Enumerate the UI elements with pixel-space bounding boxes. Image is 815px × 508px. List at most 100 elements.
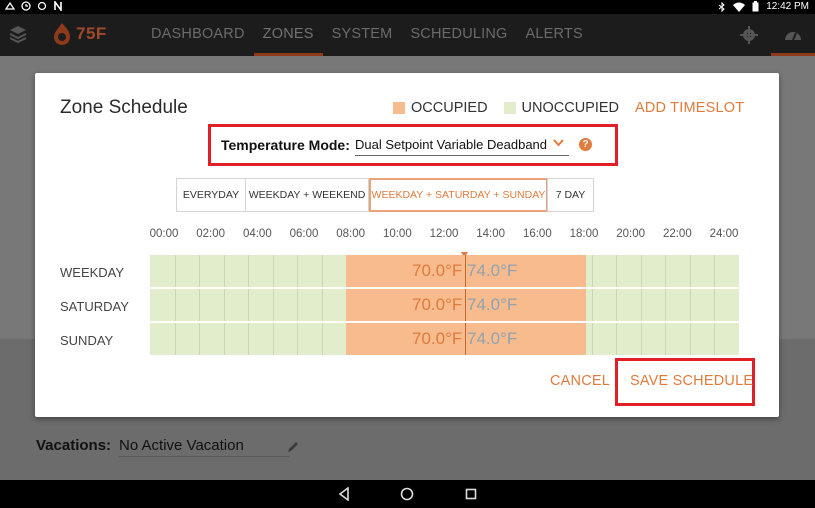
app-bar: 75F DASHBOARD ZONES SYSTEM SCHEDULING AL… bbox=[0, 14, 815, 56]
status-icons-left bbox=[5, 1, 63, 11]
cooling-setpoint: 74.0°F bbox=[467, 329, 518, 348]
status-time: 12:42 PM bbox=[766, 1, 809, 12]
hour-gridline bbox=[665, 289, 667, 321]
tab-weekday-saturday-sunday[interactable]: WEEKDAY + SATURDAY + SUNDAY bbox=[369, 178, 548, 212]
hour-label: 18:00 bbox=[569, 228, 599, 240]
hour-gridline bbox=[714, 255, 716, 287]
tab-7-day[interactable]: 7 DAY bbox=[547, 178, 594, 212]
day-label: SUNDAY bbox=[60, 333, 114, 348]
day-label: WEEKDAY bbox=[60, 265, 125, 280]
hour-gridline bbox=[272, 323, 274, 355]
nav-dashboard[interactable]: DASHBOARD bbox=[142, 14, 254, 56]
hour-gridline bbox=[591, 289, 593, 321]
hour-gridline bbox=[714, 323, 716, 355]
hour-gridline bbox=[272, 289, 274, 321]
recents-icon[interactable] bbox=[465, 487, 477, 501]
legend-occupied: OCCUPIED bbox=[411, 100, 488, 116]
hour-gridline bbox=[199, 323, 201, 355]
hour-gridline bbox=[321, 255, 323, 287]
legend-unoccupied: UNOCCUPIED bbox=[521, 100, 620, 116]
hour-gridline bbox=[272, 255, 274, 287]
hour-gridline bbox=[714, 289, 716, 321]
hour-label: 22:00 bbox=[662, 228, 692, 240]
hour-label: 16:00 bbox=[522, 228, 552, 240]
zone-schedule-dialog: Zone Schedule OCCUPIED UNOCCUPIED ADD TI… bbox=[35, 73, 779, 417]
unoccupied-swatch bbox=[503, 102, 516, 114]
hour-label: 04:00 bbox=[242, 228, 272, 240]
hour-gridline bbox=[321, 323, 323, 355]
hour-gridline bbox=[616, 289, 618, 321]
occupied-swatch bbox=[393, 102, 405, 114]
hour-gridline bbox=[174, 255, 176, 287]
gear-icon[interactable] bbox=[740, 26, 758, 44]
nav-scheduling[interactable]: SCHEDULING bbox=[401, 14, 516, 56]
hour-gridline bbox=[174, 289, 176, 321]
hour-label: 12:00 bbox=[429, 228, 459, 240]
back-icon[interactable] bbox=[338, 487, 350, 501]
status-icons-right: 12:42 PM bbox=[718, 1, 809, 12]
tab-weekday-weekend[interactable]: WEEKDAY + WEEKEND bbox=[245, 178, 369, 212]
chevron-down-icon[interactable] bbox=[553, 139, 564, 147]
hour-gridline bbox=[640, 323, 642, 355]
hour-gridline bbox=[223, 323, 225, 355]
hour-gridline bbox=[248, 323, 250, 355]
cooling-setpoint: 74.0°F bbox=[467, 295, 518, 314]
hour-gridline bbox=[689, 255, 691, 287]
hour-label: 20:00 bbox=[616, 228, 646, 240]
add-timeslot-button[interactable]: ADD TIMESLOT bbox=[635, 100, 744, 116]
schedule-row[interactable]: 70.0°F 74.0°F bbox=[150, 323, 739, 355]
hour-gridline bbox=[223, 255, 225, 287]
hour-gridline bbox=[616, 255, 618, 287]
logo-text: 75F bbox=[76, 24, 107, 43]
dashboard-gauge-tab[interactable] bbox=[771, 14, 815, 56]
vacations-value[interactable]: No Active Vacation bbox=[119, 437, 290, 457]
save-schedule-button[interactable]: SAVE SCHEDULE bbox=[630, 373, 753, 389]
cancel-button[interactable]: CANCEL bbox=[550, 373, 610, 389]
hour-gridline bbox=[297, 289, 299, 321]
hour-gridline bbox=[591, 255, 593, 287]
hour-gridline bbox=[640, 289, 642, 321]
hour-label: 06:00 bbox=[289, 228, 319, 240]
setpoint-temps: 70.0°F 74.0°F bbox=[412, 329, 517, 349]
hour-gridline bbox=[321, 289, 323, 321]
help-icon[interactable]: ? bbox=[579, 138, 592, 151]
setpoint-temps: 70.0°F 74.0°F bbox=[412, 261, 517, 281]
legend: OCCUPIED UNOCCUPIED bbox=[393, 100, 619, 116]
hour-gridline bbox=[297, 323, 299, 355]
hour-gridline bbox=[689, 289, 691, 321]
bluetooth-icon bbox=[718, 1, 725, 12]
home-icon[interactable] bbox=[400, 487, 414, 501]
hour-gridline bbox=[174, 323, 176, 355]
battery-icon bbox=[752, 1, 759, 12]
gauge-icon bbox=[785, 32, 801, 41]
layers-icon[interactable] bbox=[9, 25, 27, 43]
status-bar: 12:42 PM bbox=[0, 0, 815, 14]
vacations-label: Vacations: bbox=[36, 437, 112, 454]
hour-gridline bbox=[199, 255, 201, 287]
nav-zones[interactable]: ZONES bbox=[253, 14, 323, 56]
n-icon bbox=[54, 1, 62, 11]
hour-gridline bbox=[665, 255, 667, 287]
hour-gridline bbox=[640, 255, 642, 287]
system-nav-bar bbox=[0, 480, 815, 508]
pencil-icon[interactable] bbox=[286, 440, 300, 454]
hour-label: 00:00 bbox=[149, 228, 179, 240]
hour-label: 10:00 bbox=[382, 228, 412, 240]
dialog-title: Zone Schedule bbox=[60, 97, 188, 118]
cooling-setpoint: 74.0°F bbox=[467, 261, 518, 280]
heating-setpoint: 70.0°F bbox=[412, 295, 463, 314]
flame-logo-icon bbox=[54, 23, 70, 45]
temperature-mode-dropdown[interactable]: Dual Setpoint Variable Deadband bbox=[355, 137, 569, 156]
setpoint-temps: 70.0°F 74.0°F bbox=[412, 295, 517, 315]
tab-everyday[interactable]: EVERYDAY bbox=[176, 178, 246, 212]
hour-gridline bbox=[223, 289, 225, 321]
hour-gridline bbox=[689, 323, 691, 355]
nav-alerts[interactable]: ALERTS bbox=[517, 14, 592, 56]
schedule-row[interactable]: 70.0°F 74.0°F bbox=[150, 289, 739, 321]
day-label: SATURDAY bbox=[60, 299, 129, 314]
schedule-row[interactable]: 70.0°F 74.0°F bbox=[150, 255, 739, 287]
vacations-row: Vacations: No Active Vacation bbox=[36, 437, 290, 457]
hour-label: 02:00 bbox=[196, 228, 226, 240]
hour-gridline bbox=[616, 323, 618, 355]
nav-system[interactable]: SYSTEM bbox=[323, 14, 402, 56]
